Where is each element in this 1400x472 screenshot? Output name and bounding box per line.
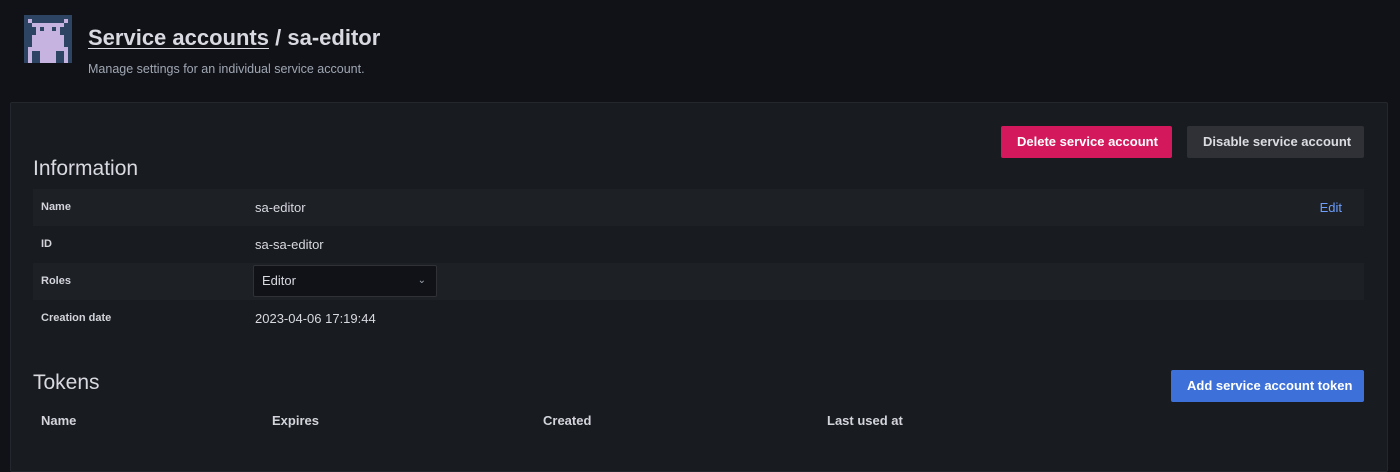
edit-name-link[interactable]: Edit: [1320, 189, 1342, 226]
page-title: Service accounts / sa-editor: [88, 24, 380, 52]
info-label: Roles: [41, 275, 71, 287]
page-header: Service accounts / sa-editor Manage sett…: [0, 0, 1400, 100]
info-row-id: ID sa-sa-editor: [33, 226, 1364, 263]
info-value: 2023-04-06 17:19:44: [255, 311, 376, 326]
info-row-name: Name sa-editor Edit: [33, 189, 1364, 226]
breadcrumb-current: sa-editor: [287, 25, 381, 50]
tokens-heading: Tokens: [33, 371, 100, 394]
info-row-creation-date: Creation date 2023-04-06 17:19:44: [33, 300, 1364, 337]
service-account-panel: Delete service account Disable service a…: [10, 102, 1388, 472]
column-header-name[interactable]: Name: [41, 413, 76, 428]
role-select-value: Editor: [262, 273, 296, 288]
information-heading: Information: [33, 157, 139, 180]
role-select[interactable]: Editor ⌄: [253, 265, 437, 297]
tokens-table-header: Name Expires Created Last used at: [33, 409, 1364, 433]
add-service-account-token-button[interactable]: Add service account token: [1171, 370, 1364, 402]
column-header-last-used-at[interactable]: Last used at: [827, 413, 903, 428]
disable-service-account-button[interactable]: Disable service account: [1187, 126, 1364, 158]
info-label: ID: [41, 238, 52, 250]
breadcrumb-separator: /: [275, 25, 282, 50]
info-value: sa-sa-editor: [255, 237, 324, 252]
robot-avatar-icon: [24, 15, 72, 63]
info-label: Name: [41, 201, 71, 213]
delete-service-account-button[interactable]: Delete service account: [1001, 126, 1172, 158]
column-header-created[interactable]: Created: [543, 413, 591, 428]
breadcrumb-service-accounts-link[interactable]: Service accounts: [88, 25, 269, 50]
column-header-expires[interactable]: Expires: [272, 413, 319, 428]
chevron-down-icon: ⌄: [417, 275, 426, 286]
info-row-roles: Roles Editor ⌄: [33, 263, 1364, 300]
info-value: sa-editor: [255, 200, 306, 215]
information-table: Name sa-editor Edit ID sa-sa-editor Role…: [33, 189, 1364, 337]
page-subtitle: Manage settings for an individual servic…: [88, 62, 365, 76]
info-label: Creation date: [41, 312, 112, 324]
